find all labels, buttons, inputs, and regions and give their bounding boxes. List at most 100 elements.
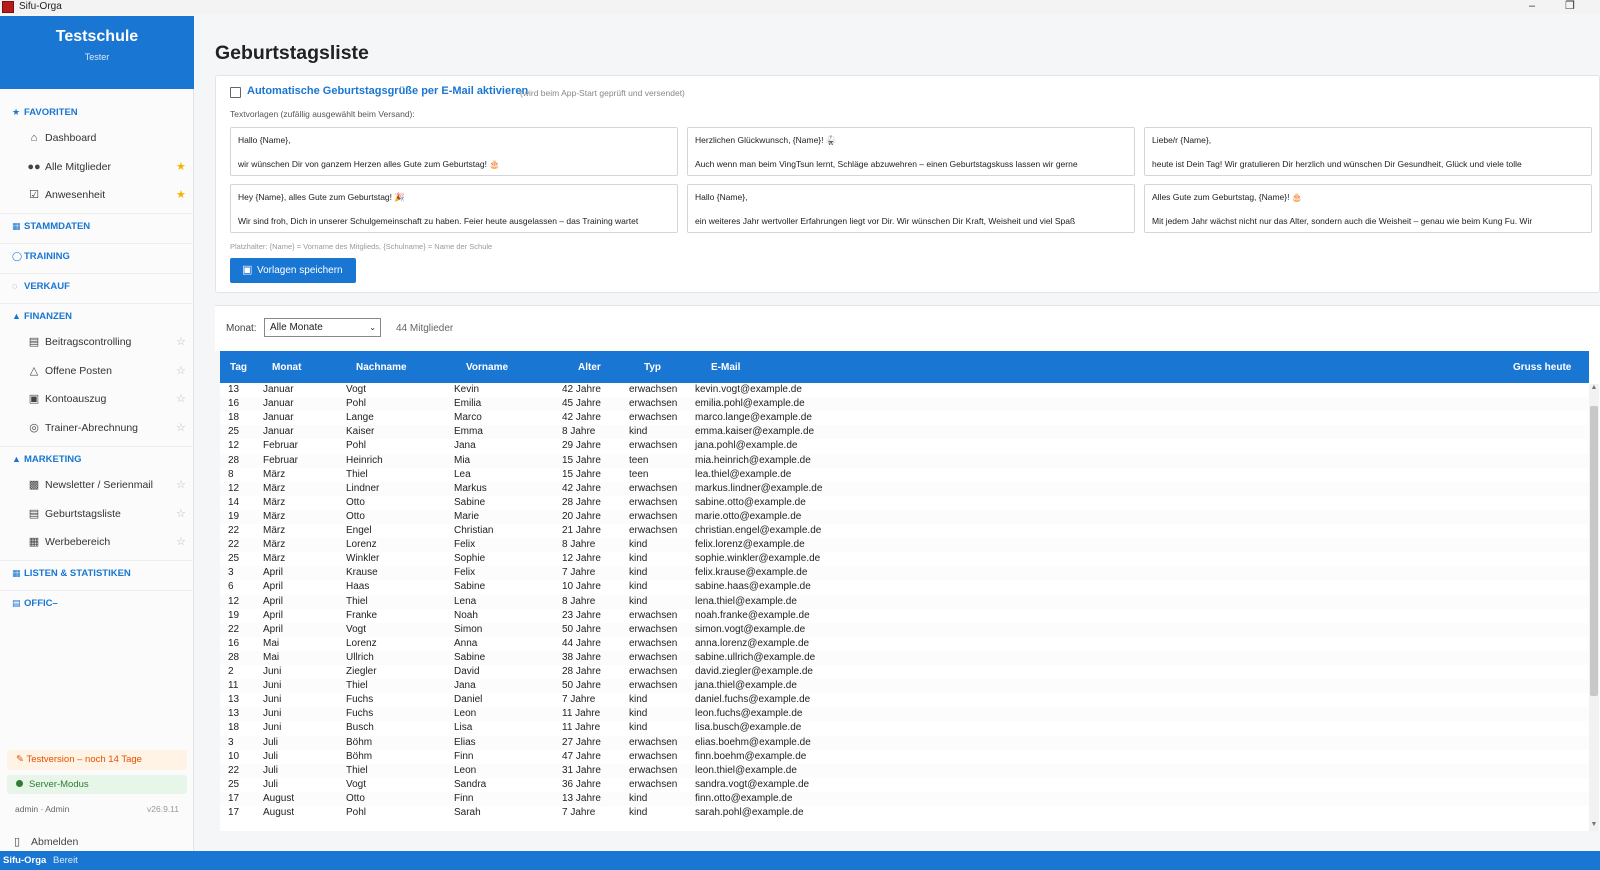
cell-email: markus.lindner@example.de [695, 482, 823, 494]
scroll-up-icon[interactable]: ▲ [1589, 384, 1599, 391]
sidebar-item-beitragscontrolling[interactable]: ▤ Beitragscontrolling ☆ [0, 331, 194, 353]
auto-greeting-checkbox[interactable] [230, 87, 241, 98]
sidebar-item-label: Kontoauszug [45, 393, 107, 405]
save-templates-button[interactable]: ▣ Vorlagen speichern [230, 258, 356, 283]
table-row[interactable]: 22 Juli Thiel Leon 31 Jahre erwachsen leon.thi… [220, 763, 1589, 778]
table-row[interactable]: 13 Januar Vogt Kevin 42 Jahre erwachsen kevin.… [220, 383, 1589, 397]
table-row[interactable]: 17 August Otto Finn 13 Jahre kind finn.otto@ex… [220, 791, 1589, 806]
column-header-typ[interactable]: Typ [644, 362, 661, 373]
table-row[interactable]: 17 August Pohl Sarah 7 Jahre kind sarah.pohl@e… [220, 806, 1589, 820]
table-row[interactable]: 28 Mai Ullrich Sabine 38 Jahre erwachsen sabin… [220, 650, 1589, 665]
sidebar-item-alle-mitglieder[interactable]: ●● Alle Mitglieder ★ [0, 156, 194, 178]
table-row[interactable]: 3 Juli Böhm Elias 27 Jahre erwachsen elias.boe… [220, 735, 1589, 750]
sidebar-item-geburtstagsliste[interactable]: ▤ Geburtstagsliste ☆ [0, 503, 194, 525]
key-icon: ✎ [16, 754, 24, 765]
section-finanzen[interactable]: ▲ FINANZEN [12, 309, 72, 323]
section-favoriten[interactable]: ★ FAVORITEN [12, 105, 78, 119]
favorite-star-icon[interactable]: ☆ [176, 417, 186, 439]
cell-tag: 17 [228, 792, 240, 804]
table-row[interactable]: 25 März Winkler Sophie 12 Jahre kind sophie.wi… [220, 552, 1589, 566]
table-row[interactable]: 10 Juli Böhm Finn 47 Jahre erwachsen finn.boeh… [220, 750, 1589, 764]
column-header-vorname[interactable]: Vorname [466, 362, 508, 373]
table-row[interactable]: 12 April Thiel Lena 8 Jahre kind lena.thiel@ex… [220, 594, 1589, 609]
table-row[interactable]: 18 Januar Lange Marco 42 Jahre erwachsen marco… [220, 411, 1589, 425]
table-row[interactable]: 12 März Lindner Markus 42 Jahre erwachsen mark… [220, 481, 1589, 496]
cell-typ: erwachsen [629, 764, 678, 776]
trial-badge[interactable]: ✎ Testversion – noch 14 Tage [7, 750, 187, 770]
column-header-tag[interactable]: Tag [230, 362, 247, 373]
section-stammdaten[interactable]: ▦ STAMMDATEN [12, 219, 90, 233]
table-row[interactable]: 13 Juni Fuchs Leon 11 Jahre kind leon.fuchs@ex… [220, 707, 1589, 722]
sidebar-item-dashboard[interactable]: ⌂ Dashboard [0, 127, 194, 149]
section-listen-statistiken[interactable]: ▦ LISTEN & STATISTIKEN [12, 566, 131, 580]
favorite-star-icon[interactable]: ☆ [176, 474, 186, 496]
column-header-email[interactable]: E-Mail [711, 362, 740, 373]
table-row[interactable]: 22 März Lorenz Felix 8 Jahre kind felix.lorenz… [220, 538, 1589, 553]
sidebar-item-werbebereich[interactable]: ▦ Werbebereich ☆ [0, 531, 194, 553]
cell-vorname: Felix [454, 567, 476, 579]
cell-typ: teen [629, 454, 649, 466]
cell-monat: August [263, 792, 295, 804]
cell-nachname: Böhm [346, 736, 373, 748]
template-field-2[interactable]: Herzlichen Glückwunsch, {Name}! 🥋 Auch we… [687, 127, 1135, 176]
cell-email: daniel.fuchs@example.de [695, 694, 811, 706]
table-row[interactable]: 25 Januar Kaiser Emma 8 Jahre kind emma.kaiser… [220, 425, 1589, 440]
favorite-star-icon[interactable]: ☆ [176, 531, 186, 553]
column-header-monat[interactable]: Monat [272, 362, 301, 373]
sidebar-item-kontoauszug[interactable]: ▣ Kontoauszug ☆ [0, 388, 194, 410]
restore-button[interactable]: ❐ [1555, 0, 1585, 14]
cell-email: sabine.haas@example.de [695, 581, 811, 593]
favorite-star-icon[interactable]: ☆ [176, 388, 186, 410]
column-header-alter[interactable]: Alter [578, 362, 601, 373]
section-office[interactable]: ▤ OFFIC– [12, 596, 58, 610]
template-field-4[interactable]: Hey {Name}, alles Gute zum Geburtstag! 🎉… [230, 184, 678, 233]
sidebar-item-trainer-abrechnung[interactable]: ◎ Trainer-Abrechnung ☆ [0, 417, 194, 439]
table-row[interactable]: 2 Juni Ziegler David 28 Jahre erwachsen david.… [220, 665, 1589, 679]
sidebar-item-offene-posten[interactable]: △ Offene Posten ☆ [0, 360, 194, 382]
table-scrollbar[interactable]: ▲ ▼ [1589, 384, 1599, 831]
favorite-star-icon[interactable]: ★ [176, 156, 186, 178]
section-training[interactable]: ◯ TRAINING [12, 249, 70, 263]
table-row[interactable]: 16 Mai Lorenz Anna 44 Jahre erwachsen anna.lor… [220, 637, 1589, 651]
section-verkauf[interactable]: ◌ VERKAUF [12, 279, 70, 293]
favorite-star-icon[interactable]: ★ [176, 184, 186, 206]
cell-typ: erwachsen [629, 680, 678, 692]
template-field-5[interactable]: Hallo {Name}, ein weiteres Jahr wertvolle… [687, 184, 1135, 233]
scrollbar-thumb[interactable] [1590, 406, 1598, 696]
table-row[interactable]: 8 März Thiel Lea 15 Jahre teen lea.thiel@examp… [220, 468, 1589, 482]
cell-vorname: Mia [454, 454, 471, 466]
cell-nachname: Fuchs [346, 708, 374, 720]
table-row[interactable]: 28 Februar Heinrich Mia 15 Jahre teen mia.hein… [220, 453, 1589, 468]
template-field-1[interactable]: Hallo {Name}, wir wünschen Dir von ganzem… [230, 127, 678, 176]
scroll-down-icon[interactable]: ▼ [1589, 821, 1599, 828]
table-row[interactable]: 13 Juni Fuchs Daniel 7 Jahre kind daniel.fuchs… [220, 693, 1589, 707]
table-row[interactable]: 19 März Otto Marie 20 Jahre erwachsen marie.ot… [220, 509, 1589, 524]
table-row[interactable]: 14 März Otto Sabine 28 Jahre erwachsen sabine.… [220, 496, 1589, 510]
month-select[interactable]: Alle Monate ⌄ [264, 318, 381, 337]
table-row[interactable]: 11 Juni Thiel Jana 50 Jahre erwachsen jana.thi… [220, 679, 1589, 694]
section-marketing[interactable]: ▲ MARKETING [12, 452, 82, 466]
column-header-gruss-heute[interactable]: Gruss heute [1513, 362, 1571, 373]
auto-greeting-label[interactable]: Automatische Geburtstagsgrüße per E-Mail… [247, 85, 528, 97]
table-row[interactable]: 19 April Franke Noah 23 Jahre erwachsen noah.f… [220, 609, 1589, 623]
cell-nachname: Thiel [346, 680, 368, 692]
table-row[interactable]: 25 Juli Vogt Sandra 36 Jahre erwachsen sandra.… [220, 778, 1589, 792]
table-row[interactable]: 3 April Krause Felix 7 Jahre kind felix.krause… [220, 566, 1589, 581]
favorite-star-icon[interactable]: ☆ [176, 503, 186, 525]
cell-tag: 2 [228, 666, 234, 677]
table-row[interactable]: 6 April Haas Sabine 10 Jahre kind sabine.haas@… [220, 580, 1589, 594]
template-field-6[interactable]: Alles Gute zum Geburtstag, {Name}! 🎂 Mit … [1144, 184, 1592, 233]
sidebar-item-newsletter[interactable]: ▩ Newsletter / Serienmail ☆ [0, 474, 194, 496]
column-header-nachname[interactable]: Nachname [356, 362, 407, 373]
cell-tag: 28 [228, 651, 240, 663]
minimize-button[interactable]: – [1517, 0, 1547, 14]
favorite-star-icon[interactable]: ☆ [176, 331, 186, 353]
table-row[interactable]: 12 Februar Pohl Jana 29 Jahre erwachsen jana.p… [220, 439, 1589, 453]
sidebar-item-anwesenheit[interactable]: ☑ Anwesenheit ★ [0, 184, 194, 206]
table-row[interactable]: 18 Juni Busch Lisa 11 Jahre kind lisa.busch@ex… [220, 721, 1589, 735]
table-row[interactable]: 16 Januar Pohl Emilia 45 Jahre erwachsen emili… [220, 397, 1589, 412]
template-field-3[interactable]: Liebe/r {Name}, heute ist Dein Tag! Wir g… [1144, 127, 1592, 176]
table-row[interactable]: 22 März Engel Christian 21 Jahre erwachsen chr… [220, 524, 1589, 538]
table-row[interactable]: 22 April Vogt Simon 50 Jahre erwachsen simon.v… [220, 622, 1589, 637]
favorite-star-icon[interactable]: ☆ [176, 360, 186, 382]
